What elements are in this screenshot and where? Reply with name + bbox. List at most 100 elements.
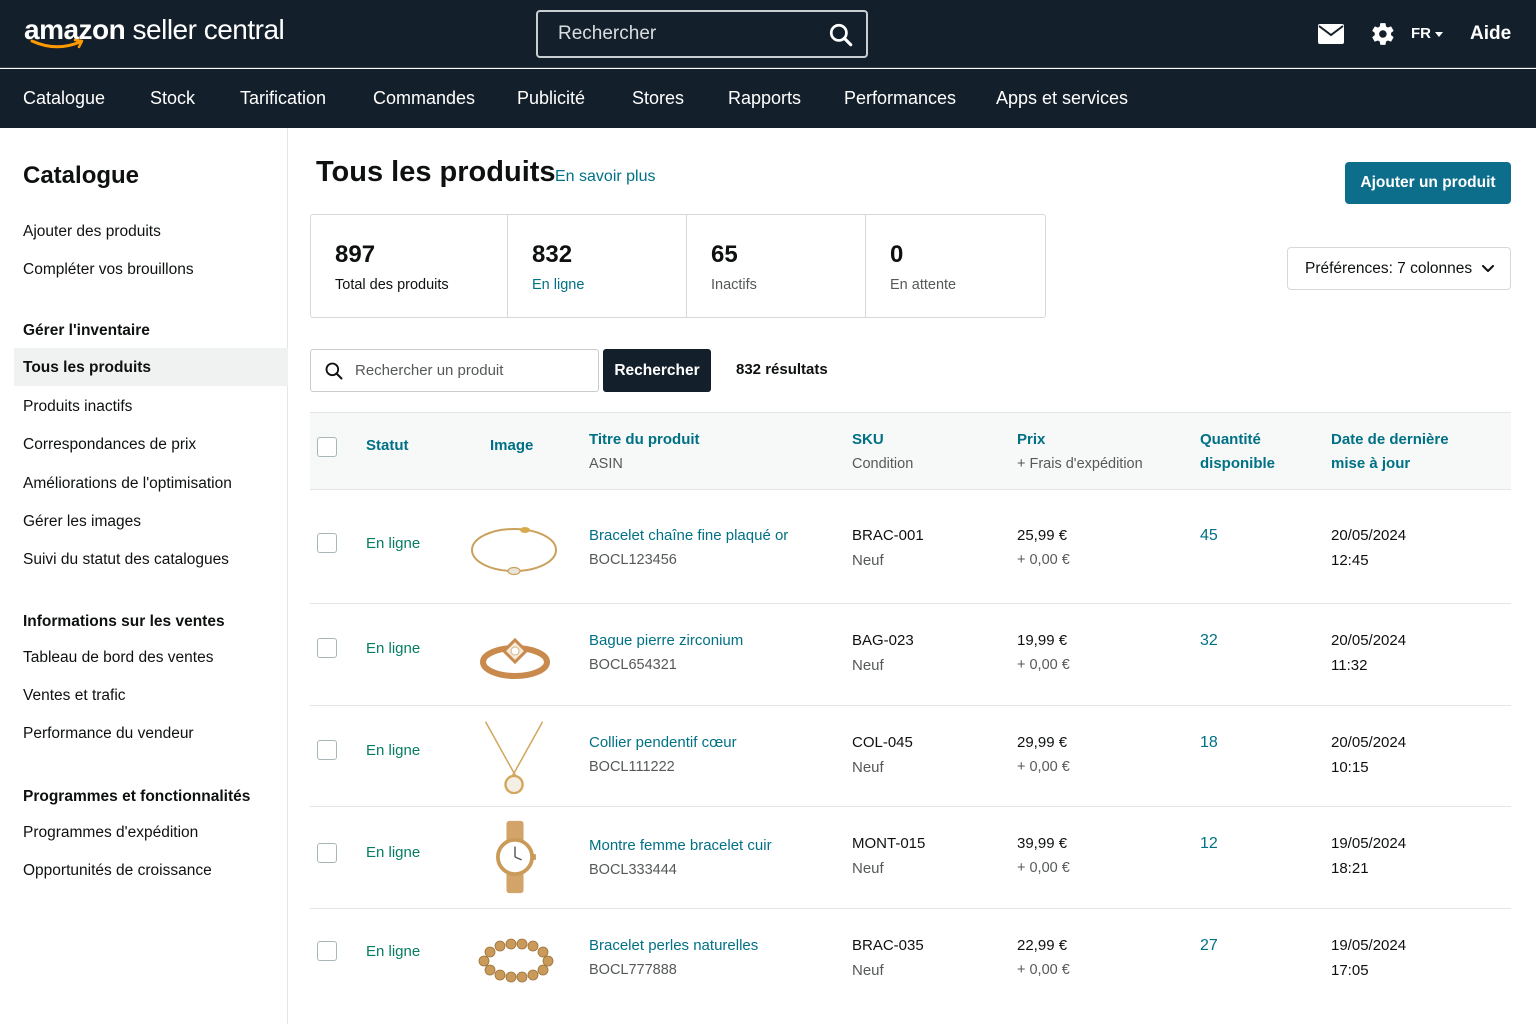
sidebar-item-manage-images[interactable]: Gérer les images: [23, 513, 141, 531]
watch-image[interactable]: [470, 819, 560, 895]
sidebar-item-inactive-products[interactable]: Produits inactifs: [23, 398, 132, 416]
row-title-link[interactable]: Bague pierre zirconium: [589, 628, 743, 653]
row-price: 29,99 € + 0,00 €: [1017, 730, 1070, 780]
mail-icon[interactable]: [1318, 24, 1344, 44]
row-quantity[interactable]: 18: [1200, 730, 1218, 755]
stat-pending-label: En attente: [890, 277, 957, 293]
sidebar-item-add-products[interactable]: Ajouter des produits: [23, 223, 161, 241]
row-status: En ligne: [366, 844, 421, 861]
product-search-input[interactable]: [355, 350, 595, 391]
row-updated: 20/05/2024 11:32: [1331, 628, 1406, 678]
top-bar: amazon seller central FR Aide: [0, 0, 1536, 68]
sidebar-item-all-products[interactable]: Tous les produits: [23, 359, 151, 377]
row-price: 22,99 € + 0,00 €: [1017, 933, 1070, 983]
nav-apps-services[interactable]: Apps et services: [996, 88, 1128, 109]
pearl-bracelet-image[interactable]: [470, 921, 560, 997]
nav-tarification[interactable]: Tarification: [240, 88, 326, 109]
nav-stock[interactable]: Stock: [150, 88, 195, 109]
header-quantity[interactable]: Quantité disponible: [1200, 428, 1275, 476]
row-time: 18:21: [1331, 860, 1369, 877]
row-checkbox[interactable]: [317, 533, 337, 553]
sidebar-item-sales-traffic[interactable]: Ventes et trafic: [23, 687, 126, 705]
row-sku-value: BRAC-001: [852, 527, 924, 544]
learn-more-link[interactable]: En savoir plus: [555, 168, 656, 186]
help-link[interactable]: Aide: [1470, 23, 1511, 45]
stat-online-label: En ligne: [532, 277, 585, 293]
product-search-button[interactable]: Rechercher: [603, 349, 711, 392]
language-selector[interactable]: FR: [1411, 25, 1443, 42]
header-sku[interactable]: SKU Condition: [852, 428, 913, 476]
sidebar-section-inventory: Gérer l'inventaire: [23, 322, 150, 339]
chevron-down-icon: [1482, 265, 1494, 272]
sidebar-item-optimization[interactable]: Améliorations de l'optimisation: [23, 475, 232, 493]
results-count: 832 résultats: [736, 361, 828, 378]
row-price-value[interactable]: 29,99 €: [1017, 730, 1070, 755]
sidebar-item-price-matches[interactable]: Correspondances de prix: [23, 436, 196, 454]
header-price[interactable]: Prix + Frais d'expédition: [1017, 428, 1143, 476]
row-checkbox[interactable]: [317, 843, 337, 863]
stat-inactive-label: Inactifs: [711, 277, 757, 293]
bracelet-chain-image[interactable]: [468, 508, 558, 584]
search-icon[interactable]: [828, 22, 854, 48]
row-asin: BOCL654321: [589, 657, 677, 673]
row-title-link[interactable]: Montre femme bracelet cuir: [589, 833, 772, 858]
page-title: Tous les produits: [316, 156, 556, 188]
row-title-link[interactable]: Collier pendentif cœur: [589, 730, 737, 755]
row-sku: BRAC-001 Neuf: [852, 523, 924, 573]
header-title-label: Titre du produit: [589, 431, 700, 448]
header-updated-line1: Date de dernière: [1331, 431, 1449, 448]
global-search-input[interactable]: [538, 12, 818, 56]
row-checkbox[interactable]: [317, 638, 337, 658]
table-row: En ligne Montre femme bracelet cuir BOCL…: [310, 807, 1511, 909]
sidebar-item-sales-dashboard[interactable]: Tableau de bord des ventes: [23, 649, 213, 667]
header-title[interactable]: Titre du produit ASIN: [589, 428, 700, 476]
header-updated[interactable]: Date de dernière mise à jour: [1331, 428, 1449, 476]
select-all-checkbox[interactable]: [317, 437, 337, 457]
necklace-image[interactable]: [470, 718, 560, 794]
row-checkbox[interactable]: [317, 740, 337, 760]
nav-performances[interactable]: Performances: [844, 88, 956, 109]
row-time: 10:15: [1331, 759, 1369, 776]
row-price-value[interactable]: 19,99 €: [1017, 628, 1070, 653]
row-quantity[interactable]: 45: [1200, 523, 1218, 548]
row-quantity[interactable]: 32: [1200, 628, 1218, 653]
sidebar-item-seller-performance[interactable]: Performance du vendeur: [23, 725, 194, 743]
sidebar-item-drafts[interactable]: Compléter vos brouillons: [23, 261, 194, 279]
row-price-value[interactable]: 25,99 €: [1017, 523, 1070, 548]
stat-inactive[interactable]: 65 Inactifs: [687, 215, 866, 317]
row-price: 25,99 € + 0,00 €: [1017, 523, 1070, 573]
caret-down-icon: [1435, 31, 1443, 37]
ring-image[interactable]: [470, 618, 560, 694]
amazon-smile-icon: [30, 38, 84, 49]
nav-commandes[interactable]: Commandes: [373, 88, 475, 109]
nav-rapports[interactable]: Rapports: [728, 88, 801, 109]
sidebar-item-catalog-status[interactable]: Suivi du statut des catalogues: [23, 551, 229, 569]
header-image: Image: [490, 437, 534, 454]
stat-online[interactable]: 832 En ligne: [508, 215, 687, 317]
row-price-value[interactable]: 22,99 €: [1017, 933, 1070, 958]
row-quantity[interactable]: 27: [1200, 933, 1218, 958]
nav-catalogue[interactable]: Catalogue: [23, 88, 105, 109]
sidebar: Catalogue Ajouter des produits Compléter…: [0, 128, 288, 1024]
add-product-button[interactable]: Ajouter un produit: [1345, 162, 1511, 204]
row-price-value[interactable]: 39,99 €: [1017, 831, 1070, 856]
column-preferences-dropdown[interactable]: Préférences: 7 colonnes: [1287, 247, 1511, 290]
row-title-link[interactable]: Bracelet perles naturelles: [589, 933, 758, 958]
row-asin: BOCL123456: [589, 552, 677, 568]
table-header: Statut Image Titre du produit ASIN SKU C…: [310, 412, 1511, 490]
gear-icon[interactable]: [1370, 21, 1396, 47]
nav-stores[interactable]: Stores: [632, 88, 684, 109]
header-asin-label: ASIN: [589, 456, 623, 472]
row-checkbox[interactable]: [317, 941, 337, 961]
nav-publicite[interactable]: Publicité: [517, 88, 585, 109]
stat-pending[interactable]: 0 En attente: [866, 215, 1045, 317]
row-date: 20/05/2024: [1331, 527, 1407, 544]
row-title-link[interactable]: Bracelet chaîne fine plaqué or: [589, 523, 788, 548]
global-search: [536, 10, 868, 58]
row-quantity[interactable]: 12: [1200, 831, 1218, 856]
stat-total[interactable]: 897 Total des produits: [311, 215, 508, 317]
sidebar-item-shipping-programs[interactable]: Programmes d'expédition: [23, 824, 198, 842]
header-status[interactable]: Statut: [366, 434, 409, 458]
row-sku: MONT-015 Neuf: [852, 831, 925, 881]
sidebar-item-growth-opportunities[interactable]: Opportunités de croissance: [23, 862, 212, 880]
